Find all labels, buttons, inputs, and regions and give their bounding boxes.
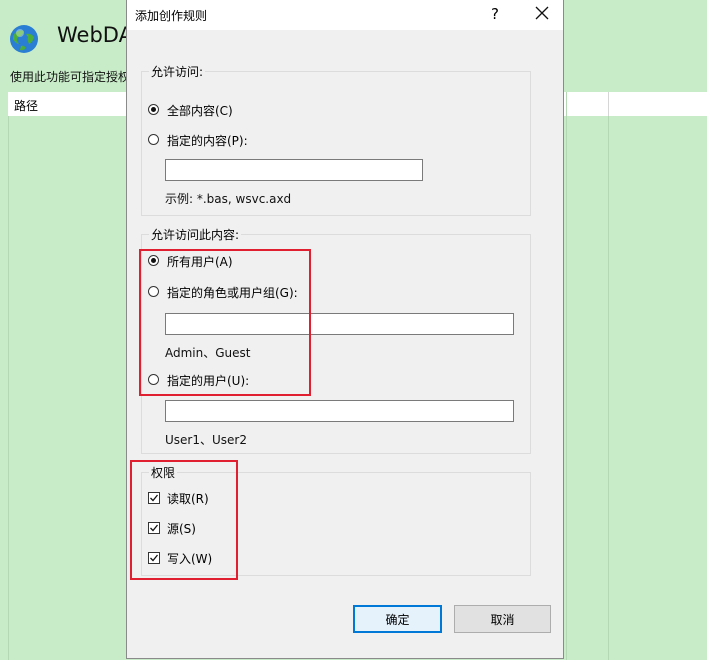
all-users-label[interactable]: 所有用户(A) <box>167 253 233 270</box>
ok-button[interactable]: 确定 <box>353 605 442 633</box>
specified-users-radio[interactable] <box>148 374 159 385</box>
write-label[interactable]: 写入(W) <box>167 550 212 567</box>
specified-roles-input[interactable] <box>165 313 514 335</box>
specified-users-input[interactable] <box>165 400 514 422</box>
specified-roles-label[interactable]: 指定的角色或用户组(G): <box>167 284 298 301</box>
write-checkbox[interactable] <box>148 552 160 564</box>
close-icon[interactable] <box>535 6 549 20</box>
allow-users-group-label: 允许访问此内容: <box>149 226 242 243</box>
specified-content-radio[interactable] <box>148 134 159 145</box>
column-header-path[interactable]: 路径 <box>14 97 38 114</box>
checkmark-icon <box>150 524 159 532</box>
cancel-button[interactable]: 取消 <box>454 605 551 633</box>
roles-example-hint: Admin、Guest <box>165 346 251 360</box>
column-divider <box>566 92 567 660</box>
checkmark-icon <box>150 494 159 502</box>
page-title: WebDA <box>57 23 133 47</box>
globe-icon <box>10 25 38 53</box>
specified-content-input[interactable] <box>165 159 423 181</box>
specified-content-label[interactable]: 指定的内容(P): <box>167 132 248 149</box>
column-divider <box>8 116 9 660</box>
all-users-radio[interactable] <box>148 255 159 266</box>
source-label[interactable]: 源(S) <box>167 520 196 537</box>
page-description: 使用此功能可指定授权 <box>10 70 131 84</box>
source-checkbox[interactable] <box>148 522 160 534</box>
specified-users-label[interactable]: 指定的用户(U): <box>167 372 249 389</box>
permissions-group-label: 权限 <box>149 464 178 481</box>
content-example-hint: 示例: *.bas, wsvc.axd <box>165 192 292 206</box>
help-button[interactable]: ? <box>491 5 499 23</box>
all-content-radio[interactable] <box>148 104 159 115</box>
checkmark-icon <box>150 554 159 562</box>
read-checkbox[interactable] <box>148 492 160 504</box>
dialog-title: 添加创作规则 <box>135 9 208 23</box>
read-label[interactable]: 读取(R) <box>167 490 209 507</box>
specified-roles-radio[interactable] <box>148 286 159 297</box>
add-authoring-rule-dialog: 添加创作规则 ? 允许访问: 全部内容(C) 指定的内容(P): 示例: *.b… <box>126 0 564 659</box>
allow-access-group-label: 允许访问: <box>149 63 206 80</box>
column-divider <box>608 92 609 116</box>
all-content-label[interactable]: 全部内容(C) <box>167 102 233 119</box>
column-divider <box>608 116 609 660</box>
dialog-titlebar: 添加创作规则 ? <box>127 0 563 30</box>
users-example-hint: User1、User2 <box>165 433 247 447</box>
